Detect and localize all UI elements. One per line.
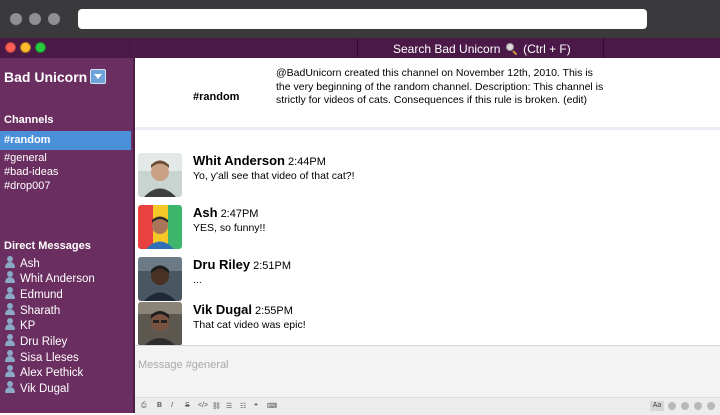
sidebar-channel-drop007[interactable]: #drop007 <box>4 180 51 192</box>
dm-item-dru-riley[interactable]: Dru Riley <box>4 334 67 348</box>
code-block-icon[interactable]: ⌨ <box>267 402 277 410</box>
message-author[interactable]: Vik Dugal 2:55PM <box>193 302 293 317</box>
dm-item-edmund[interactable]: Edmund <box>4 287 63 301</box>
message-time: 2:47PM <box>220 208 259 220</box>
dm-item-sharath[interactable]: Sharath <box>4 303 60 317</box>
dm-item-ash[interactable]: Ash <box>4 256 40 270</box>
team-name: Bad Unicorn <box>4 69 88 85</box>
bulleted-list-icon[interactable]: ☰ <box>226 402 232 410</box>
message-text: YES, so funny!! <box>193 222 266 234</box>
avatar[interactable] <box>138 153 182 197</box>
dm-item-kp[interactable]: KP <box>4 318 35 332</box>
user-icon <box>4 350 16 362</box>
direct-messages-heading: Direct Messages <box>4 240 91 252</box>
dm-label: Edmund <box>20 289 63 301</box>
message-author[interactable]: Ash 2:47PM <box>193 205 258 220</box>
emoji-icon[interactable] <box>681 402 689 410</box>
search-button[interactable]: Search Bad Unicorn (Ctrl + F) <box>393 42 571 56</box>
dm-label: Vik Dugal <box>20 383 70 395</box>
sidebar-channel-bad-ideas[interactable]: #bad-ideas <box>4 166 58 178</box>
team-switcher[interactable]: Bad Unicorn <box>4 69 107 85</box>
dm-item-whit-anderson[interactable]: Whit Anderson <box>4 271 95 285</box>
message-text: ... <box>193 274 202 286</box>
send-icon[interactable] <box>707 402 715 410</box>
search-bar: Search Bad Unicorn (Ctrl + F) <box>135 38 720 58</box>
strikethrough-button[interactable]: S <box>185 402 190 409</box>
user-icon <box>4 256 16 268</box>
message-author[interactable]: Dru Riley 2:51PM <box>193 257 291 272</box>
user-icon <box>4 303 16 315</box>
avatar[interactable] <box>138 302 182 346</box>
dm-label: Whit Anderson <box>20 273 95 285</box>
browser-dot-icon <box>10 13 22 25</box>
message-time: 2:55PM <box>255 305 293 317</box>
attach-icon[interactable]: ⎙ <box>141 402 147 410</box>
quote-icon[interactable]: ❝ <box>254 402 258 410</box>
maximize-window-icon[interactable] <box>35 42 46 53</box>
user-icon <box>4 334 16 346</box>
sidebar-channel-label: #random <box>4 134 51 146</box>
user-icon <box>4 365 16 377</box>
numbered-list-icon[interactable]: ☷ <box>240 402 246 410</box>
address-bar[interactable] <box>78 9 647 29</box>
channel-info: #random @BadUnicorn created this channel… <box>135 59 720 128</box>
message-text: That cat video was epic! <box>193 319 306 331</box>
message-time: 2:51PM <box>253 260 291 272</box>
message-text: Yo, y'all see that video of that cat?! <box>193 170 355 182</box>
user-icon <box>4 318 16 330</box>
browser-dot-icon <box>29 13 41 25</box>
chat-app: Bad Unicorn Channels #random #general #b… <box>0 38 720 415</box>
user-icon <box>4 287 16 299</box>
channel-description: @BadUnicorn created this channel on Nove… <box>276 67 604 106</box>
search-icon <box>505 43 518 55</box>
user-icon <box>4 271 16 283</box>
dm-item-sisa-lleses[interactable]: Sisa Lleses <box>4 350 79 364</box>
text-format-button[interactable]: Aa <box>650 401 664 411</box>
author-name: Dru Riley <box>193 257 251 272</box>
sidebar-channel-random[interactable]: #random <box>0 131 131 150</box>
bold-button[interactable]: B <box>157 402 162 409</box>
dm-label: Sisa Lleses <box>20 352 79 364</box>
avatar[interactable] <box>138 205 182 249</box>
dm-label: Alex Pethick <box>20 367 84 379</box>
divider <box>357 38 358 58</box>
dm-item-alex-pethick[interactable]: Alex Pethick <box>4 365 83 379</box>
upload-icon[interactable] <box>694 402 702 410</box>
chevron-down-icon[interactable] <box>90 69 107 84</box>
message-composer: ⎙ B I S </> ⛓ ☰ ☷ ❝ ⌨ Aa <box>135 345 720 415</box>
dm-label: Dru Riley <box>20 336 68 348</box>
minimize-window-icon[interactable] <box>20 42 31 53</box>
dm-label: Ash <box>20 258 40 270</box>
author-name: Ash <box>193 205 218 220</box>
channel-name: #random <box>193 91 240 103</box>
code-button[interactable]: </> <box>198 402 208 409</box>
sidebar: Bad Unicorn Channels #random #general #b… <box>0 38 135 413</box>
dm-item-vik-dugal[interactable]: Vik Dugal <box>4 381 69 395</box>
message-time: 2:44PM <box>287 156 326 168</box>
avatar[interactable] <box>138 257 182 301</box>
browser-dot-icon <box>48 13 60 25</box>
window-controls <box>0 38 133 58</box>
sidebar-channel-general[interactable]: #general <box>4 152 47 164</box>
message-input[interactable] <box>135 346 720 384</box>
link-icon[interactable]: ⛓ <box>212 402 221 410</box>
channels-heading: Channels <box>4 114 54 126</box>
divider <box>603 38 604 58</box>
browser-chrome <box>0 0 720 38</box>
dm-label: Sharath <box>20 305 61 317</box>
message-author[interactable]: Whit Anderson 2:44PM <box>193 153 326 168</box>
mention-icon[interactable] <box>668 402 676 410</box>
user-icon <box>4 381 16 393</box>
close-window-icon[interactable] <box>5 42 16 53</box>
divider <box>135 127 720 130</box>
author-name: Vik Dugal <box>193 302 253 317</box>
author-name: Whit Anderson <box>193 153 285 168</box>
italic-button[interactable]: I <box>171 402 173 409</box>
formatting-toolbar: ⎙ B I S </> ⛓ ☰ ☷ ❝ ⌨ Aa <box>135 397 720 415</box>
search-shortcut: (Ctrl + F) <box>523 42 571 56</box>
dm-label: KP <box>20 320 36 332</box>
search-label: Search Bad Unicorn <box>393 42 501 56</box>
